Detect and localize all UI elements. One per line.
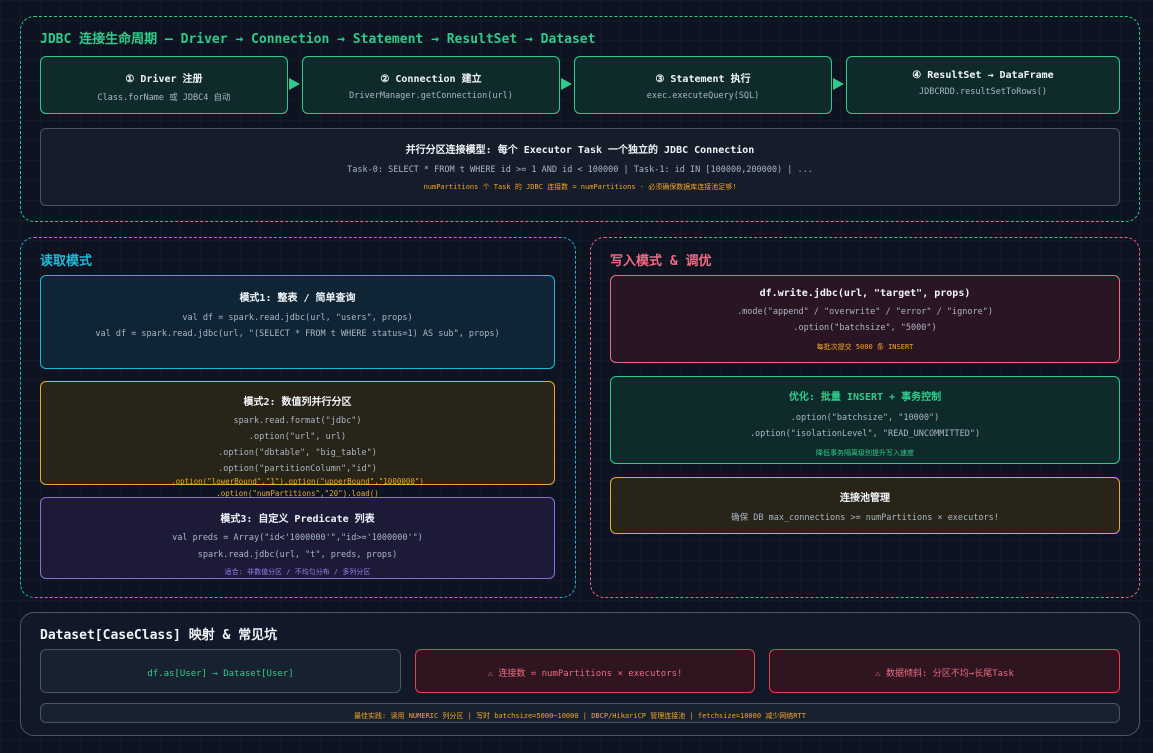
- write-opt-note: 降低事务隔离级别提升写入速度: [816, 449, 914, 457]
- warn-connections-text: ⚠ 连接数 = numPartitions × executors!: [487, 669, 683, 679]
- lifecycle-title: JDBC 连接生命周期 — Driver → Connection → Stat…: [40, 32, 596, 47]
- warn-skew-text: ⚠ 数据倾斜: 分区不均→长尾Task: [875, 669, 1014, 679]
- parallel-title: 并行分区连接模型: 每个 Executor Task 一个独立的 JDBC Co…: [405, 145, 755, 156]
- mode1-line: val df = spark.read.jdbc(url, "(SELECT *…: [95, 329, 500, 339]
- mode3-line: val preds = Array("id<'1000000'","id>='1…: [172, 533, 423, 543]
- step-sub: DriverManager.getConnection(url): [349, 91, 513, 101]
- write-main-title: df.write.jdbc(url, "target", props): [759, 288, 971, 299]
- step-driver: ① Driver 注册 Class.forName 或 JDBC4 自动: [40, 56, 288, 114]
- mode3-line: spark.read.jdbc(url, "t", preds, props): [197, 550, 398, 560]
- parallel-note: numPartitions 个 Task 的 JDBC 连接数 = numPar…: [423, 183, 737, 191]
- mode1-line: val df = spark.read.jdbc(url, "users", p…: [182, 313, 413, 323]
- warn-skew-box: ⚠ 数据倾斜: 分区不均→长尾Task: [769, 649, 1120, 693]
- step-title: ② Connection 建立: [380, 74, 482, 85]
- mode2-line: spark.read.format("jdbc"): [233, 416, 362, 426]
- step-connection: ② Connection 建立 DriverManager.getConnect…: [302, 56, 560, 114]
- write-opt-title: 优化: 批量 INSERT + 事务控制: [788, 392, 942, 403]
- write-opt-box: 优化: 批量 INSERT + 事务控制 .option("batchsize"…: [610, 376, 1120, 464]
- mode2-line: .option("partitionColumn","id"): [218, 464, 377, 474]
- mode3-note: 适合: 非数值分区 / 不均匀分布 / 多列分区: [224, 568, 371, 576]
- write-main-box: df.write.jdbc(url, "target", props) .mod…: [610, 275, 1120, 363]
- mode3-title: 模式3: 自定义 Predicate 列表: [220, 514, 375, 525]
- mode1-title: 模式1: 整表 / 简单查询: [239, 293, 356, 304]
- dataset-title: Dataset[CaseClass] 映射 & 常见坑: [40, 628, 278, 643]
- read-mode3-box: 模式3: 自定义 Predicate 列表 val preds = Array(…: [40, 497, 555, 579]
- write-opt-line: .option("batchsize", "10000"): [790, 413, 940, 423]
- step-sub: JDBCRDD.resultSetToRows(): [919, 87, 1047, 97]
- step-title: ① Driver 注册: [125, 74, 203, 85]
- write-title: 写入模式 & 调优: [610, 254, 712, 269]
- write-pool-box: 连接池管理 确保 DB max_connections >= numPartit…: [610, 477, 1120, 534]
- dataset-as-box: df.as[User] → Dataset[User]: [40, 649, 401, 693]
- dataset-as-text: df.as[User] → Dataset[User]: [147, 669, 294, 679]
- step-sub: exec.executeQuery(SQL): [646, 91, 760, 101]
- write-main-line: .mode("append" / "overwrite" / "error" /…: [737, 307, 993, 317]
- step-resultset: ④ ResultSet → DataFrame JDBCRDD.resultSe…: [846, 56, 1120, 114]
- write-pool-line: 确保 DB max_connections >= numPartitions ×…: [731, 513, 999, 523]
- parallel-line: Task-0: SELECT * FROM t WHERE id >= 1 AN…: [347, 165, 813, 175]
- step-sub: Class.forName 或 JDBC4 自动: [97, 93, 231, 103]
- best-practice-bar: 最佳实践: 读用 NUMERIC 列分区 | 写时 batchsize=5000…: [40, 703, 1120, 723]
- step-statement: ③ Statement 执行 exec.executeQuery(SQL): [574, 56, 832, 114]
- read-mode1-box: 模式1: 整表 / 简单查询 val df = spark.read.jdbc(…: [40, 275, 555, 369]
- best-practice-text: 最佳实践: 读用 NUMERIC 列分区 | 写时 batchsize=5000…: [354, 712, 806, 720]
- read-title: 读取模式: [40, 254, 93, 269]
- arrow-right-icon: [289, 78, 300, 90]
- mode2-title: 模式2: 数值列并行分区: [243, 397, 352, 408]
- arrow-right-icon: [561, 78, 572, 90]
- warn-connections-box: ⚠ 连接数 = numPartitions × executors!: [415, 649, 755, 693]
- write-pool-title: 连接池管理: [840, 493, 890, 504]
- mode2-line: .option("lowerBound","1").option("upperB…: [171, 477, 424, 486]
- step-title: ③ Statement 执行: [655, 74, 751, 85]
- parallel-model-box: 并行分区连接模型: 每个 Executor Task 一个独立的 JDBC Co…: [40, 128, 1120, 206]
- mode2-line: .option("url", url): [248, 432, 347, 442]
- write-main-line: .option("batchsize", "5000"): [793, 323, 937, 333]
- step-title: ④ ResultSet → DataFrame: [912, 70, 1054, 81]
- write-main-note: 每批次提交 5000 条 INSERT: [816, 343, 914, 351]
- write-opt-line: .option("isolationLevel", "READ_UNCOMMIT…: [749, 429, 981, 439]
- mode2-line: .option("dbtable", "big_table"): [218, 448, 377, 458]
- arrow-right-icon: [833, 78, 844, 90]
- read-mode2-box: 模式2: 数值列并行分区 spark.read.format("jdbc") .…: [40, 381, 555, 498]
